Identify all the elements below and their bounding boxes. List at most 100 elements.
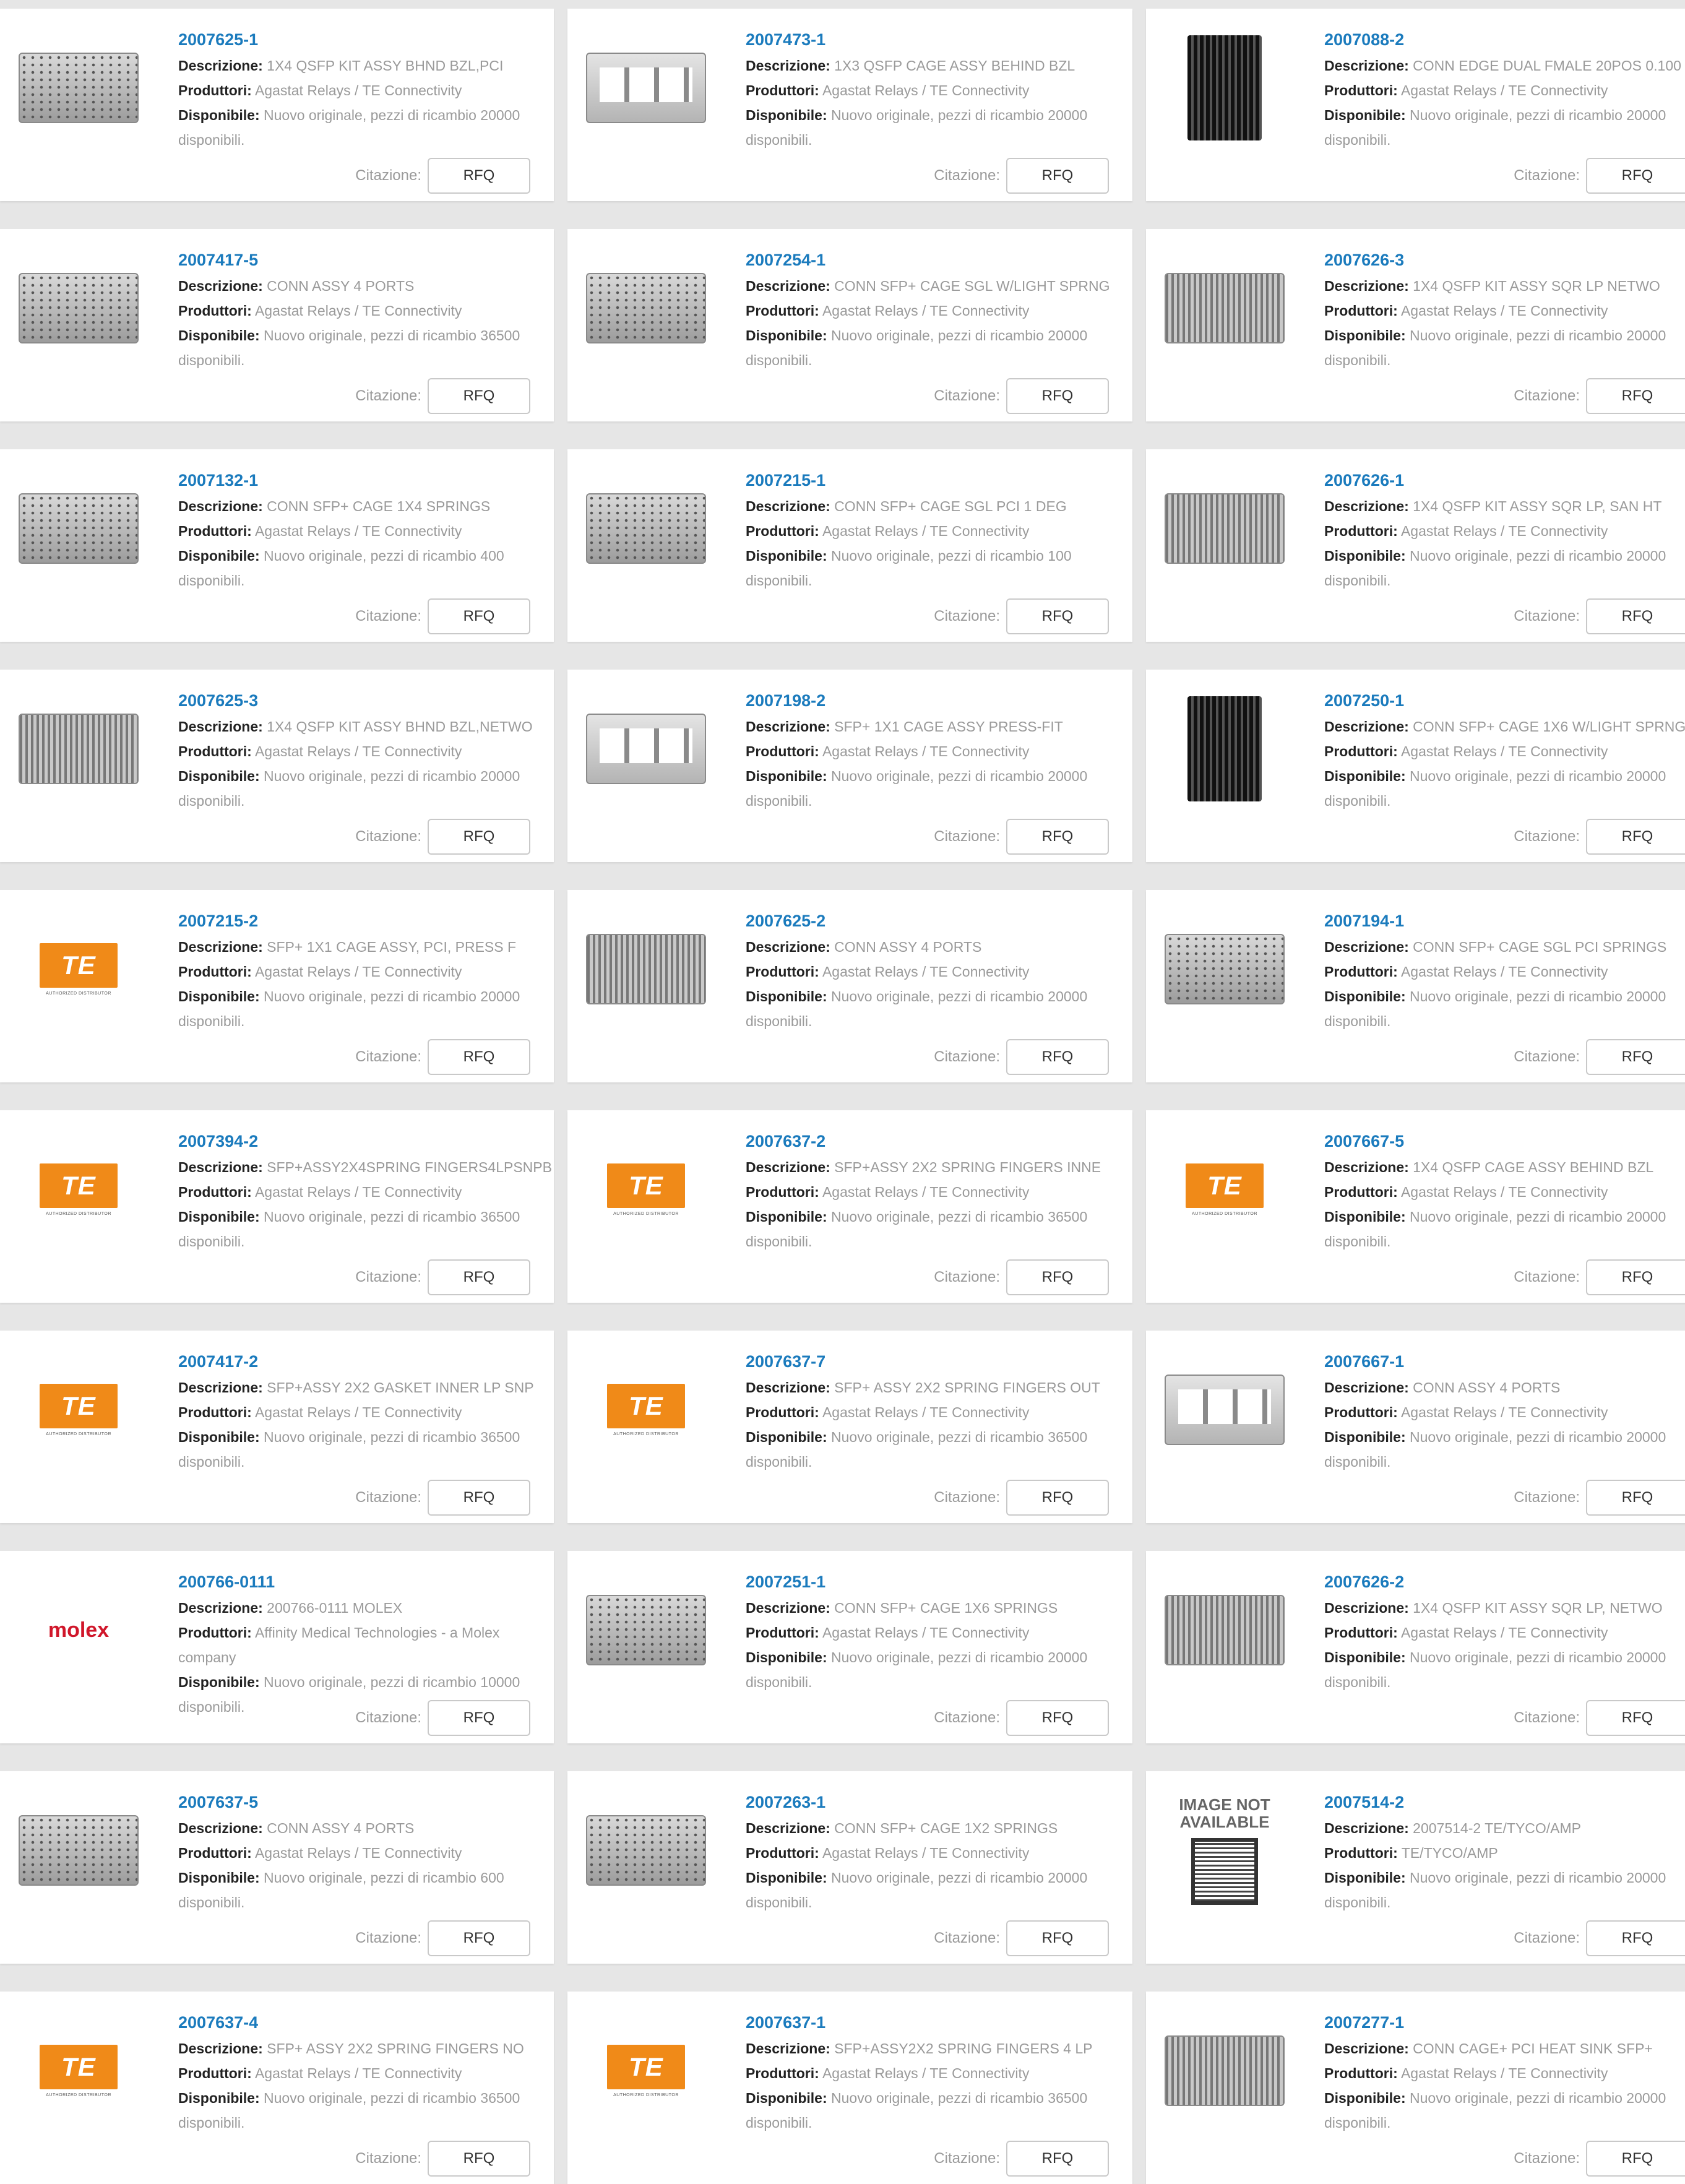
rfq-button[interactable]: RFQ bbox=[1006, 378, 1109, 414]
rfq-button[interactable]: RFQ bbox=[1586, 819, 1685, 855]
product-image[interactable] bbox=[1160, 479, 1290, 578]
product-image[interactable] bbox=[581, 1581, 711, 1680]
part-number-link[interactable]: 2007251-1 bbox=[746, 1568, 1132, 1595]
product-image[interactable]: TE AUTHORIZED DISTRIBUTOR bbox=[581, 1360, 711, 1459]
product-image[interactable] bbox=[1160, 1360, 1290, 1459]
part-number-link[interactable]: 2007667-5 bbox=[1324, 1128, 1685, 1155]
part-number-link[interactable]: 2007263-1 bbox=[746, 1789, 1132, 1816]
part-number-link[interactable]: 2007132-1 bbox=[178, 467, 554, 494]
availability-line-label: Disponibile: bbox=[178, 1209, 260, 1225]
rfq-button[interactable]: RFQ bbox=[1006, 1480, 1109, 1516]
product-image[interactable]: TE AUTHORIZED DISTRIBUTOR bbox=[1160, 1140, 1290, 1239]
part-number-link[interactable]: 2007394-2 bbox=[178, 1128, 554, 1155]
rfq-button[interactable]: RFQ bbox=[428, 378, 530, 414]
rfq-button[interactable]: RFQ bbox=[1006, 2141, 1109, 2177]
product-image[interactable]: TE AUTHORIZED DISTRIBUTOR bbox=[14, 920, 144, 1019]
part-number-link[interactable]: 2007625-1 bbox=[178, 26, 554, 53]
heatsink-cage-photo bbox=[1165, 1595, 1285, 1665]
rfq-button[interactable]: RFQ bbox=[1006, 158, 1109, 194]
product-image[interactable]: IMAGE NOT AVAILABLE bbox=[1160, 1796, 1290, 1905]
part-number-link[interactable]: 2007514-2 bbox=[1324, 1789, 1685, 1816]
producer-line-value: Agastat Relays / TE Connectivity bbox=[822, 2065, 1030, 2081]
part-number-link[interactable]: 2007215-2 bbox=[178, 907, 554, 934]
part-number-link[interactable]: 2007625-3 bbox=[178, 687, 554, 714]
rfq-button[interactable]: RFQ bbox=[1586, 598, 1685, 634]
rfq-button[interactable]: RFQ bbox=[428, 819, 530, 855]
rfq-button[interactable]: RFQ bbox=[428, 1700, 530, 1736]
rfq-button[interactable]: RFQ bbox=[1586, 378, 1685, 414]
rfq-button[interactable]: RFQ bbox=[1586, 1480, 1685, 1516]
part-number-link[interactable]: 2007637-2 bbox=[746, 1128, 1132, 1155]
product-image[interactable] bbox=[1160, 1581, 1290, 1680]
product-card: 2007637-5 Descrizione: CONN ASSY 4 PORTS P… bbox=[0, 1771, 554, 1964]
rfq-button[interactable]: RFQ bbox=[428, 1480, 530, 1516]
product-image[interactable]: molex bbox=[14, 1581, 144, 1680]
part-number-link[interactable]: 2007626-2 bbox=[1324, 1568, 1685, 1595]
rfq-button[interactable]: RFQ bbox=[1586, 158, 1685, 194]
description-line-label: Descrizione: bbox=[178, 2040, 263, 2057]
product-image[interactable]: TE AUTHORIZED DISTRIBUTOR bbox=[14, 1140, 144, 1239]
part-number-link[interactable]: 2007626-3 bbox=[1324, 246, 1685, 274]
product-image[interactable] bbox=[14, 38, 144, 137]
part-number-link[interactable]: 2007277-1 bbox=[1324, 2009, 1685, 2036]
product-image[interactable]: TE AUTHORIZED DISTRIBUTOR bbox=[581, 2021, 711, 2120]
product-image[interactable] bbox=[1160, 696, 1290, 801]
product-image[interactable] bbox=[581, 699, 711, 798]
part-number-link[interactable]: 2007254-1 bbox=[746, 246, 1132, 274]
rfq-button[interactable]: RFQ bbox=[1006, 1259, 1109, 1295]
part-number-link[interactable]: 2007088-2 bbox=[1324, 26, 1685, 53]
rfq-button[interactable]: RFQ bbox=[428, 598, 530, 634]
rfq-button[interactable]: RFQ bbox=[1006, 819, 1109, 855]
rfq-button[interactable]: RFQ bbox=[1586, 2141, 1685, 2177]
rfq-button[interactable]: RFQ bbox=[1006, 1700, 1109, 1736]
product-image[interactable] bbox=[1160, 35, 1290, 140]
rfq-button[interactable]: RFQ bbox=[428, 1259, 530, 1295]
part-number-link[interactable]: 2007417-5 bbox=[178, 246, 554, 274]
rfq-button[interactable]: RFQ bbox=[428, 2141, 530, 2177]
part-number-link[interactable]: 2007637-7 bbox=[746, 1348, 1132, 1375]
product-image[interactable] bbox=[1160, 2021, 1290, 2120]
product-image[interactable]: TE AUTHORIZED DISTRIBUTOR bbox=[581, 1140, 711, 1239]
product-image[interactable] bbox=[14, 259, 144, 358]
product-image[interactable]: TE AUTHORIZED DISTRIBUTOR bbox=[14, 2021, 144, 2120]
product-image[interactable] bbox=[581, 920, 711, 1019]
part-number-link[interactable]: 2007626-1 bbox=[1324, 467, 1685, 494]
part-number-link[interactable]: 2007417-2 bbox=[178, 1348, 554, 1375]
rfq-button[interactable]: RFQ bbox=[1586, 1259, 1685, 1295]
part-number-link[interactable]: 2007625-2 bbox=[746, 907, 1132, 934]
product-image[interactable] bbox=[581, 259, 711, 358]
part-number-link[interactable]: 200766-0111 bbox=[178, 1568, 554, 1595]
rfq-button[interactable]: RFQ bbox=[428, 1039, 530, 1075]
availability-line: Disponibile: Nuovo originale, pezzi di r… bbox=[178, 984, 554, 1034]
description-line-value: CONN SFP+ CAGE 1X4 SPRINGS bbox=[267, 498, 491, 514]
part-number-link[interactable]: 2007637-5 bbox=[178, 1789, 554, 1816]
product-image[interactable] bbox=[14, 1801, 144, 1900]
part-number-link[interactable]: 2007667-1 bbox=[1324, 1348, 1685, 1375]
part-number-link[interactable]: 2007198-2 bbox=[746, 687, 1132, 714]
product-image[interactable] bbox=[581, 479, 711, 578]
open-cage-photo bbox=[586, 714, 706, 784]
rfq-button[interactable]: RFQ bbox=[1006, 1039, 1109, 1075]
part-number-link[interactable]: 2007473-1 bbox=[746, 26, 1132, 53]
product-image[interactable] bbox=[581, 1801, 711, 1900]
rfq-button[interactable]: RFQ bbox=[428, 1920, 530, 1956]
part-number-link[interactable]: 2007250-1 bbox=[1324, 687, 1685, 714]
product-image[interactable] bbox=[581, 38, 711, 137]
part-number-link[interactable]: 2007637-4 bbox=[178, 2009, 554, 2036]
rfq-button[interactable]: RFQ bbox=[1586, 1700, 1685, 1736]
rfq-button[interactable]: RFQ bbox=[428, 158, 530, 194]
rfq-button[interactable]: RFQ bbox=[1586, 1039, 1685, 1075]
description-line-value: 1X4 QSFP KIT ASSY SQR LP, NETWO bbox=[1413, 1600, 1663, 1616]
quote-label: Citazione: bbox=[934, 608, 1000, 624]
rfq-button[interactable]: RFQ bbox=[1006, 1920, 1109, 1956]
product-image[interactable]: TE AUTHORIZED DISTRIBUTOR bbox=[14, 1360, 144, 1459]
rfq-button[interactable]: RFQ bbox=[1006, 598, 1109, 634]
part-number-link[interactable]: 2007637-1 bbox=[746, 2009, 1132, 2036]
product-image[interactable] bbox=[1160, 920, 1290, 1019]
part-number-link[interactable]: 2007194-1 bbox=[1324, 907, 1685, 934]
product-image[interactable] bbox=[14, 479, 144, 578]
product-image[interactable] bbox=[1160, 259, 1290, 358]
product-image[interactable] bbox=[14, 699, 144, 798]
part-number-link[interactable]: 2007215-1 bbox=[746, 467, 1132, 494]
rfq-button[interactable]: RFQ bbox=[1586, 1920, 1685, 1956]
